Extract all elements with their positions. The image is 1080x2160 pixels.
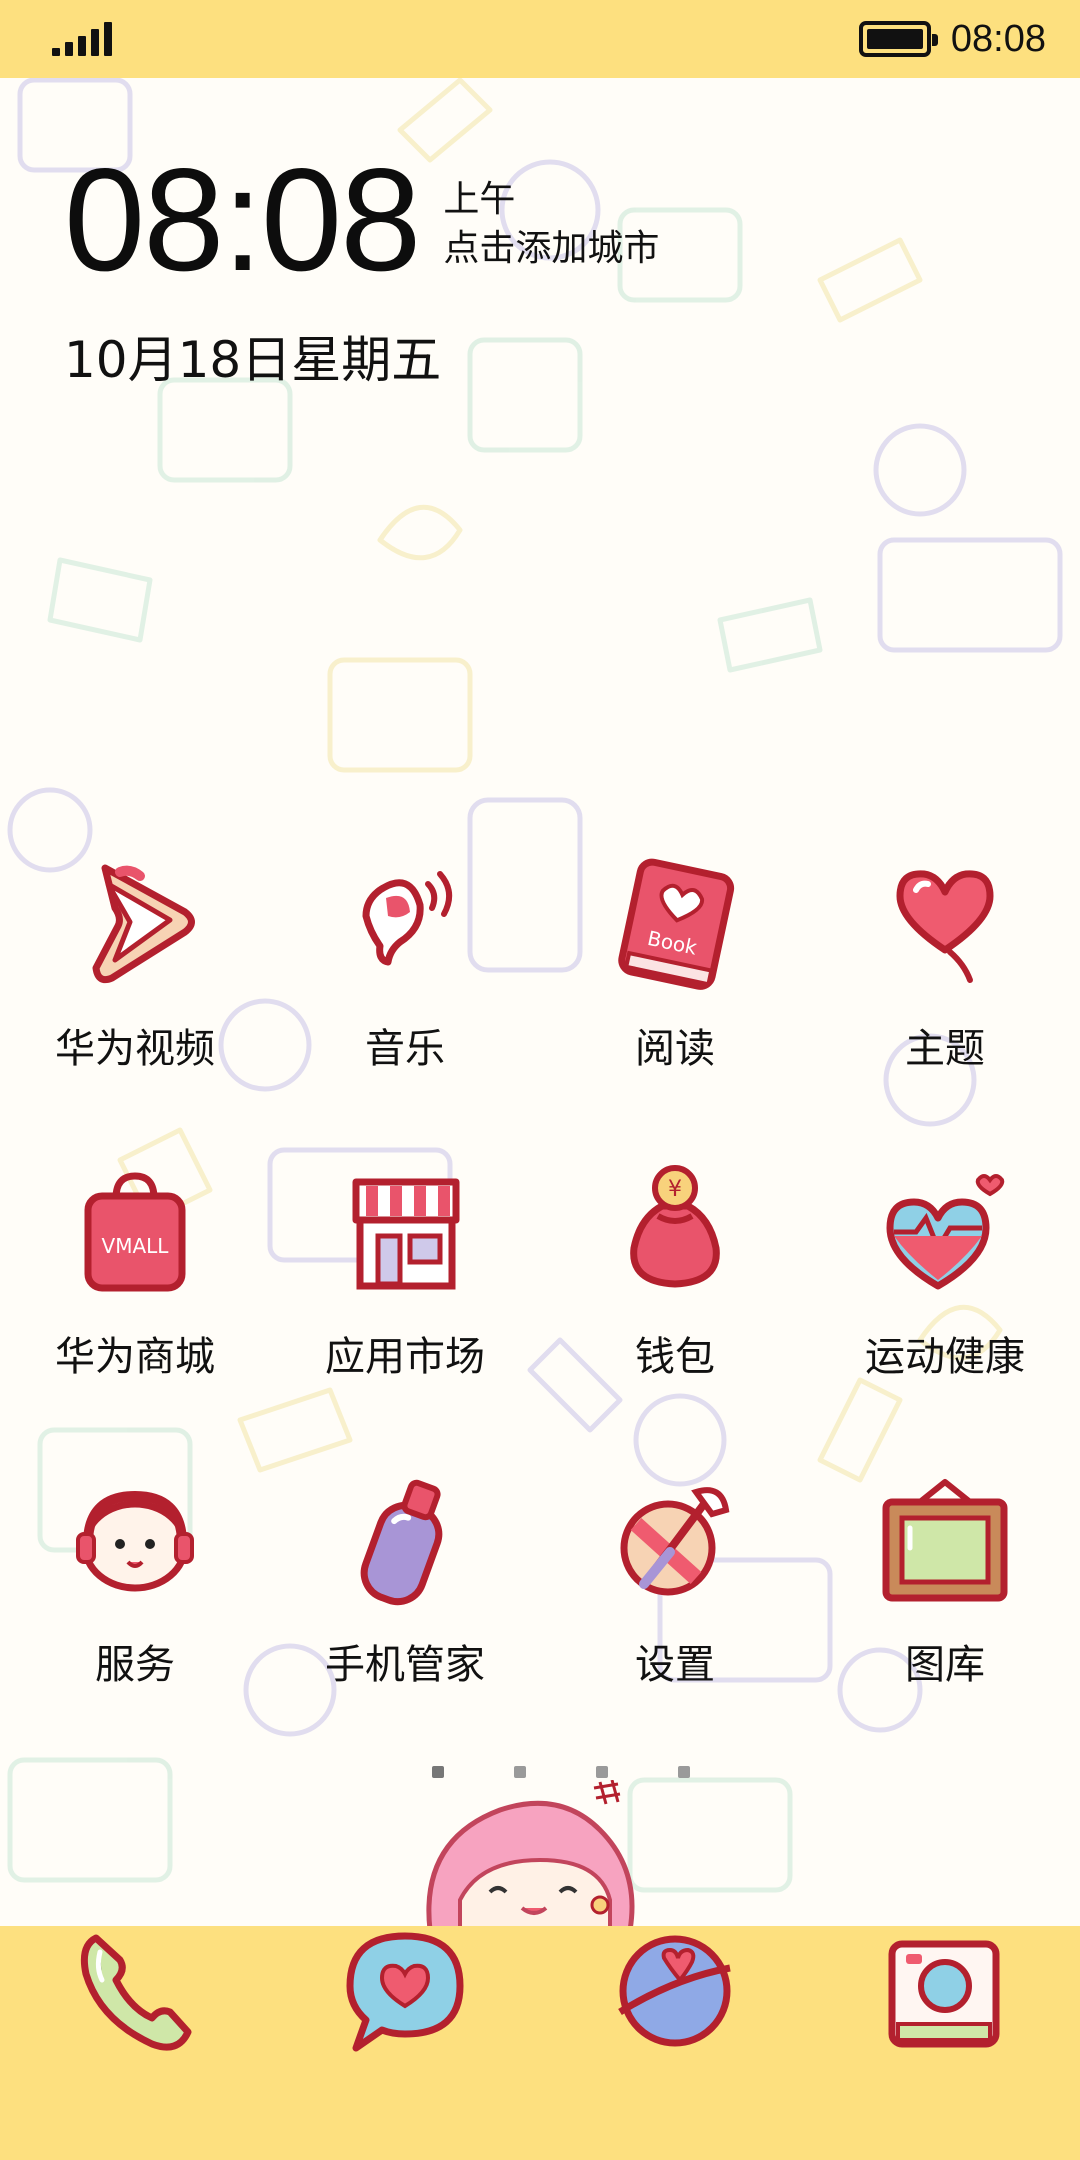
- status-bar: 08:08: [0, 0, 1080, 78]
- money-bag-icon: ¥: [630, 1165, 720, 1288]
- app-label: 图库: [905, 1642, 985, 1688]
- signal-bars-icon: [52, 22, 112, 56]
- phone-icon[interactable]: [60, 1916, 210, 2066]
- app-label: 运动健康: [865, 1334, 1025, 1380]
- settings-icon: [620, 1487, 730, 1596]
- service-face-icon: [76, 1490, 194, 1592]
- browser-planet-icon[interactable]: [600, 1916, 750, 2066]
- heart-health-icon: [886, 1174, 1005, 1290]
- app-settings[interactable]: 设置: [540, 1466, 810, 1774]
- video-play-icon: [92, 864, 195, 984]
- page-dot[interactable]: [514, 1766, 526, 1778]
- app-label: 华为商城: [55, 1334, 215, 1380]
- messages-icon[interactable]: [330, 1916, 480, 2066]
- vmall-bag-icon: VMALL: [84, 1172, 186, 1292]
- page-dot[interactable]: [678, 1766, 690, 1778]
- add-city-link[interactable]: 点击添加城市: [443, 222, 659, 276]
- app-label: 主题: [905, 1026, 985, 1072]
- app-phone-manager[interactable]: 手机管家: [270, 1466, 540, 1774]
- clock-time[interactable]: 08:08: [64, 147, 421, 293]
- dock: [0, 1926, 1080, 2160]
- gallery-frame-icon: [882, 1479, 1008, 1602]
- app-label: 设置: [635, 1642, 715, 1688]
- page-dot[interactable]: [432, 1766, 444, 1778]
- book-icon: Book: [618, 858, 735, 990]
- phone-manager-icon: [360, 1479, 443, 1606]
- app-huawei-video[interactable]: 华为视频: [0, 850, 270, 1158]
- app-label: 华为视频: [55, 1026, 215, 1072]
- vmall-text: VMALL: [102, 1234, 170, 1258]
- heart-balloon-icon: [896, 870, 994, 983]
- app-themes[interactable]: 主题: [810, 850, 1080, 1158]
- store-icon: [352, 1178, 460, 1290]
- app-label: 音乐: [365, 1026, 445, 1072]
- app-grid: 华为视频 音乐 Book 阅读 主题 VMALL 华为商城 应用市场 ¥ 钱包 …: [0, 850, 1080, 1774]
- app-services[interactable]: 服务: [0, 1466, 270, 1774]
- app-music[interactable]: 音乐: [270, 850, 540, 1158]
- app-app-market[interactable]: 应用市场: [270, 1158, 540, 1466]
- app-vmall[interactable]: VMALL 华为商城: [0, 1158, 270, 1466]
- app-gallery[interactable]: 图库: [810, 1466, 1080, 1774]
- app-label: 钱包: [635, 1334, 715, 1380]
- app-wallet[interactable]: ¥ 钱包: [540, 1158, 810, 1466]
- app-label: 应用市场: [325, 1334, 485, 1380]
- clock-date[interactable]: 10月18日星期五: [64, 320, 659, 392]
- music-note-icon: [362, 871, 453, 966]
- camera-icon[interactable]: [870, 1916, 1020, 2066]
- app-label: 阅读: [635, 1026, 715, 1072]
- app-reading[interactable]: Book 阅读: [540, 850, 810, 1158]
- mascot-girl-illustration: [426, 1780, 635, 1930]
- app-health[interactable]: 运动健康: [810, 1158, 1080, 1466]
- clock-ampm: 上午: [443, 179, 516, 220]
- app-label: 服务: [95, 1642, 175, 1688]
- status-time: 08:08: [950, 17, 1046, 60]
- clock-widget[interactable]: 08:08 上午 点击添加城市 10月18日星期五: [64, 147, 659, 392]
- svg-text:¥: ¥: [668, 1177, 682, 1202]
- page-dot[interactable]: [596, 1766, 608, 1778]
- battery-full-icon: [858, 21, 938, 57]
- app-label: 手机管家: [325, 1642, 485, 1688]
- page-indicator[interactable]: [432, 1766, 690, 1778]
